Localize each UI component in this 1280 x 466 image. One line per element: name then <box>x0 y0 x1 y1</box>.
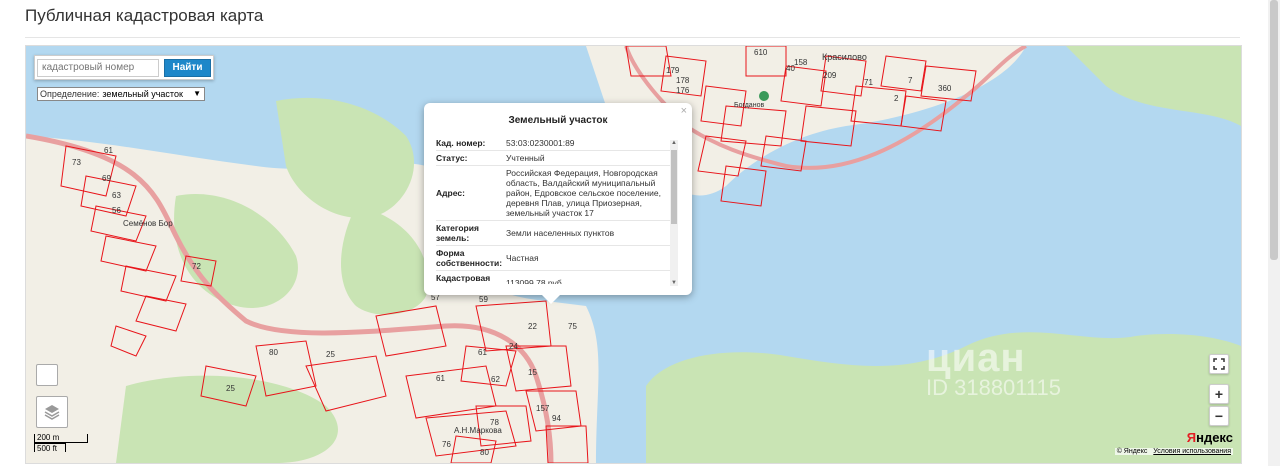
street-label: А.Н.Маркова <box>454 426 502 435</box>
parcel-number: 209 <box>823 71 837 80</box>
parcel-number: 61 <box>436 374 445 383</box>
search-button[interactable]: Найти <box>164 58 211 77</box>
parcel-number: 78 <box>490 418 499 427</box>
parcel-number: 158 <box>794 58 808 67</box>
parcel-number: 157 <box>536 404 550 413</box>
parcel-number: 71 <box>864 78 873 87</box>
place-label: Семёнов Бор <box>123 219 173 228</box>
yandex-logo: Яндекс <box>1186 430 1233 445</box>
popup-scrollbar[interactable]: ▲ ▼ <box>670 140 678 286</box>
chevron-down-icon: ▼ <box>193 89 201 98</box>
zoom-in-button[interactable]: + <box>1209 384 1229 404</box>
parcel-number: 178 <box>676 76 690 85</box>
mode-select[interactable]: Определение: земельный участок ▼ <box>37 87 205 101</box>
parcel-number: 7 <box>908 76 913 85</box>
popup-row: Кад. номер: 53:03:0230001:89 <box>436 136 674 151</box>
ruler-button[interactable] <box>36 364 58 386</box>
layers-button[interactable] <box>36 396 68 428</box>
parcel-number: 75 <box>568 322 577 331</box>
page-title: Публичная кадастровая карта <box>25 6 264 25</box>
watermark: циан ID 318801115 <box>926 336 1061 400</box>
parcel-number: 179 <box>666 66 680 75</box>
parcel-number: 25 <box>226 384 235 393</box>
title-divider <box>25 37 1240 38</box>
scroll-thumb[interactable] <box>671 150 677 224</box>
map-container[interactable]: Семёнов Бор Красилово Богданов А.Н.Марко… <box>25 45 1242 464</box>
page-scrollbar[interactable] <box>1268 0 1280 466</box>
popup-body: Кад. номер: 53:03:0230001:89 Статус: Учт… <box>436 136 674 284</box>
mode-label: Определение: <box>40 89 100 99</box>
scroll-down-icon[interactable]: ▼ <box>671 280 677 286</box>
parcel-number: 56 <box>112 206 121 215</box>
parcel-popup: × Земельный участок Кад. номер: 53:03:02… <box>424 103 692 304</box>
popup-row: Адрес: Российская Федерация, Новгородска… <box>436 166 674 221</box>
popup-title: Земельный участок <box>508 115 608 126</box>
building-marker <box>759 91 769 101</box>
parcel-number: 24 <box>509 342 518 351</box>
popup-row: Кадастровая стоимость: 113099.78 руб <box>436 271 674 284</box>
parcel-number: 2 <box>894 94 899 103</box>
popup-row: Категория земель: Земли населенных пункт… <box>436 221 674 246</box>
parcel-number: 61 <box>478 348 487 357</box>
popup-row: Форма собственности: Частная <box>436 246 674 271</box>
parcel-number: 22 <box>528 322 537 331</box>
page-scroll-thumb[interactable] <box>1270 0 1278 260</box>
parcel-number: 176 <box>676 86 690 95</box>
place-label: Красилово <box>822 52 867 62</box>
cadastral-search: Найти <box>34 55 214 80</box>
parcel-number: 72 <box>192 262 201 271</box>
parcel-number: 40 <box>786 64 795 73</box>
parcel-number: 80 <box>269 348 278 357</box>
parcel-number: 76 <box>442 440 451 449</box>
fullscreen-icon <box>1213 358 1225 370</box>
parcel-number: 59 <box>479 295 488 304</box>
popup-row: Статус: Учтенный <box>436 151 674 166</box>
parcel-number: 15 <box>528 368 537 377</box>
parcel-number: 69 <box>102 174 111 183</box>
parcel-number: 61 <box>104 146 113 155</box>
map-attribution: © Яндекс Условия использования <box>1114 448 1233 455</box>
scroll-up-icon[interactable]: ▲ <box>671 140 677 146</box>
mode-value: земельный участок <box>102 89 183 99</box>
parcel-number: 94 <box>552 414 561 423</box>
scale-bar: 200 m 500 ft <box>34 434 88 453</box>
parcel-number: 63 <box>112 191 121 200</box>
cadastral-number-input[interactable] <box>37 58 159 77</box>
parcel-number: 360 <box>938 84 952 93</box>
parcel-number: 80 <box>480 448 489 457</box>
fullscreen-button[interactable] <box>1209 354 1229 374</box>
parcel-number: 62 <box>491 375 500 384</box>
parcel-number: 25 <box>326 350 335 359</box>
place-label: Богданов <box>734 102 765 109</box>
parcel-number: 610 <box>754 48 768 57</box>
zoom-out-button[interactable]: − <box>1209 406 1229 426</box>
layers-icon <box>44 405 60 420</box>
parcel-number: 73 <box>72 158 81 167</box>
terms-link[interactable]: Условия использования <box>1153 448 1231 455</box>
